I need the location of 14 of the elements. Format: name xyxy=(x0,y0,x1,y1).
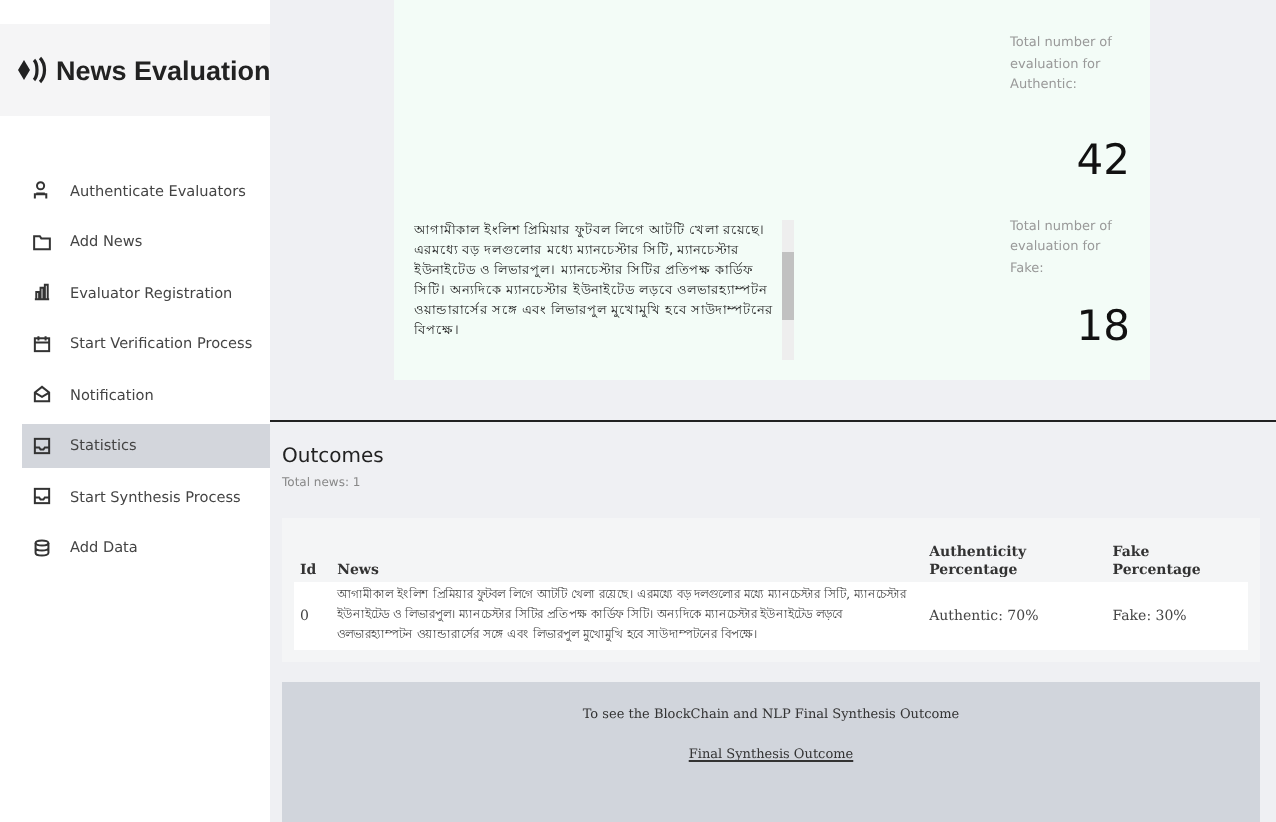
inbox-icon xyxy=(32,435,52,456)
folder-icon xyxy=(32,231,52,252)
mail-icon xyxy=(32,384,52,405)
logo-icon xyxy=(16,56,48,84)
app-title: News Evaluation xyxy=(56,55,271,85)
scrollbar[interactable] xyxy=(782,220,794,360)
chart-icon xyxy=(32,282,52,303)
calendar-icon xyxy=(32,333,52,354)
users-icon xyxy=(32,180,52,201)
section-title: Outcomes xyxy=(282,446,386,468)
stat-value: 18 xyxy=(1074,302,1130,350)
stat-value: 42 xyxy=(1074,135,1130,183)
inbox-icon xyxy=(32,486,52,507)
database-icon xyxy=(32,537,52,558)
